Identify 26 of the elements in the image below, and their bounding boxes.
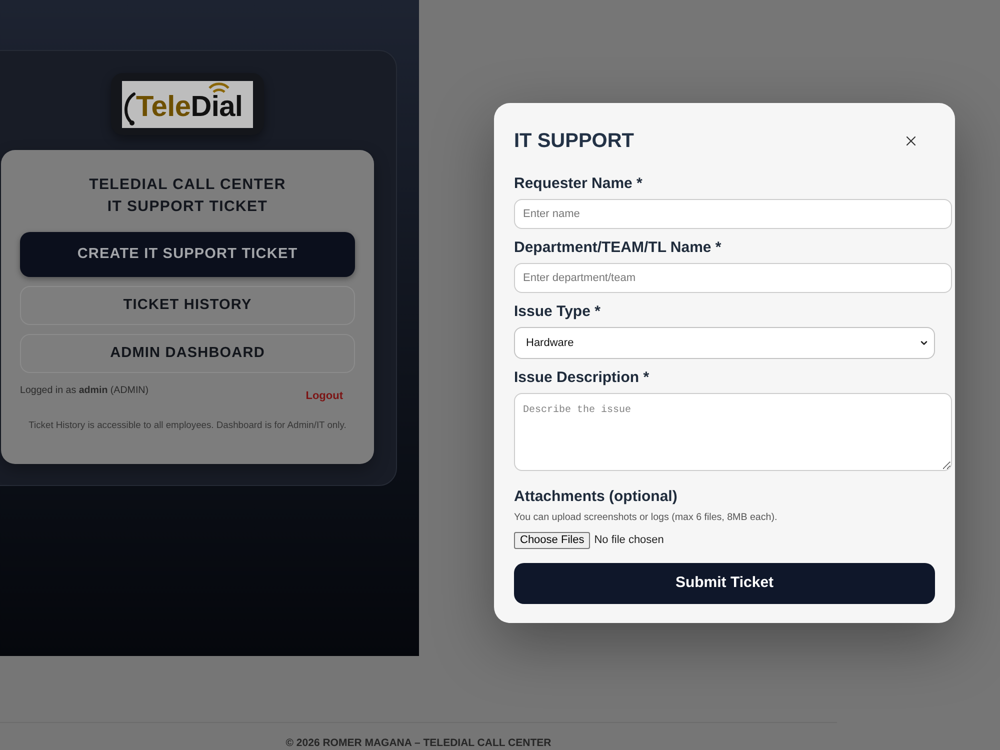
issue-type-select[interactable]: Hardware [514,327,935,359]
menu-button[interactable]: CREATE IT SUPPORT TICKET [20,232,355,277]
description-textarea[interactable]: Describe the issue [514,393,952,471]
card-title: TELEDIAL CALL CENTER [89,175,286,195]
field-label: Requester Name * [514,174,644,194]
wifi-icon [208,82,230,94]
field-label: Issue Type * [514,302,602,322]
chevron-down-icon [919,338,929,348]
file-status-text: No file chosen [594,533,664,548]
logo-text: TeleDial [136,92,243,122]
text-input-field[interactable]: Enter department/team [514,263,952,293]
field-label: Department/TEAM/TL Name * [514,238,722,258]
card-title: IT SUPPORT TICKET [107,197,268,217]
handset-arc-icon [123,92,136,126]
menu-button[interactable]: ADMIN DASHBOARD [20,334,355,373]
login-status-text: Logged in as admin (ADMIN) [20,384,149,397]
menu-button[interactable]: TICKET HISTORY [20,286,355,325]
field-label: Attachments (optional) [514,487,678,507]
submit-button[interactable]: Submit Ticket [514,563,935,604]
field-label: Issue Description * [514,368,650,388]
choose-files-button[interactable]: Choose Files [514,532,590,549]
access-note: Ticket History is accessible to all employees. Dashboard is for Admin/IT only. [28,418,346,431]
footer-text: © 2026 ROMER MAGANA – TELEDIAL CALL CENTER [286,736,552,750]
attachment-hint: You can upload screenshots or logs (max 6 files, 8MB each). [514,511,778,525]
modal-title: IT SUPPORT [514,129,634,154]
text-input-field[interactable]: Enter name [514,199,952,229]
